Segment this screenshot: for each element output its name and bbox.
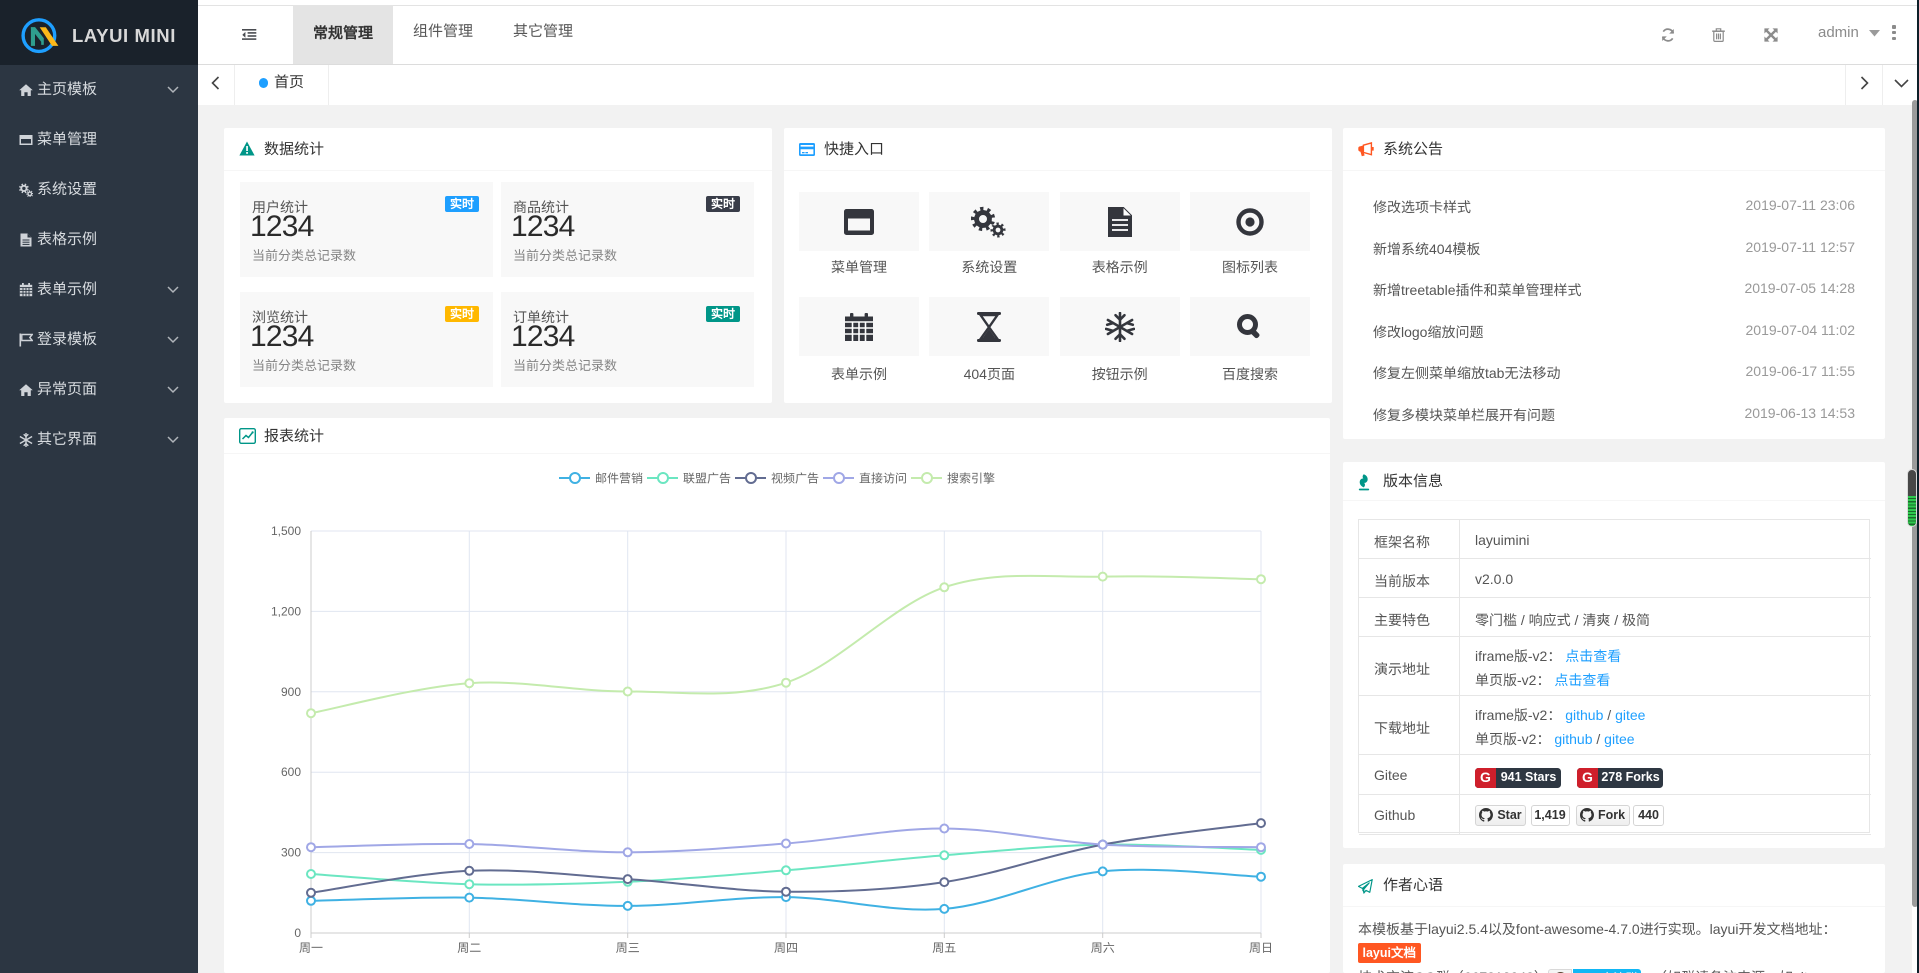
svg-text:0: 0 xyxy=(294,926,301,940)
svg-text:视频广告: 视频广告 xyxy=(771,472,819,486)
svg-text:直接访问: 直接访问 xyxy=(859,472,907,486)
svg-text:900: 900 xyxy=(281,685,301,699)
svg-text:搜索引擎: 搜索引擎 xyxy=(947,472,995,486)
svg-text:600: 600 xyxy=(281,765,301,779)
svg-text:周六: 周六 xyxy=(1091,941,1115,955)
svg-text:邮件营销: 邮件营销 xyxy=(595,472,643,486)
svg-text:联盟广告: 联盟广告 xyxy=(683,472,731,486)
svg-text:1,500: 1,500 xyxy=(271,524,301,538)
svg-text:周二: 周二 xyxy=(457,941,481,955)
svg-text:300: 300 xyxy=(281,846,301,860)
svg-text:周五: 周五 xyxy=(932,941,956,955)
svg-text:周四: 周四 xyxy=(774,941,798,955)
svg-text:1,200: 1,200 xyxy=(271,604,301,618)
svg-text:周一: 周一 xyxy=(299,941,323,955)
svg-text:周三: 周三 xyxy=(616,941,640,955)
svg-text:周日: 周日 xyxy=(1249,941,1273,955)
